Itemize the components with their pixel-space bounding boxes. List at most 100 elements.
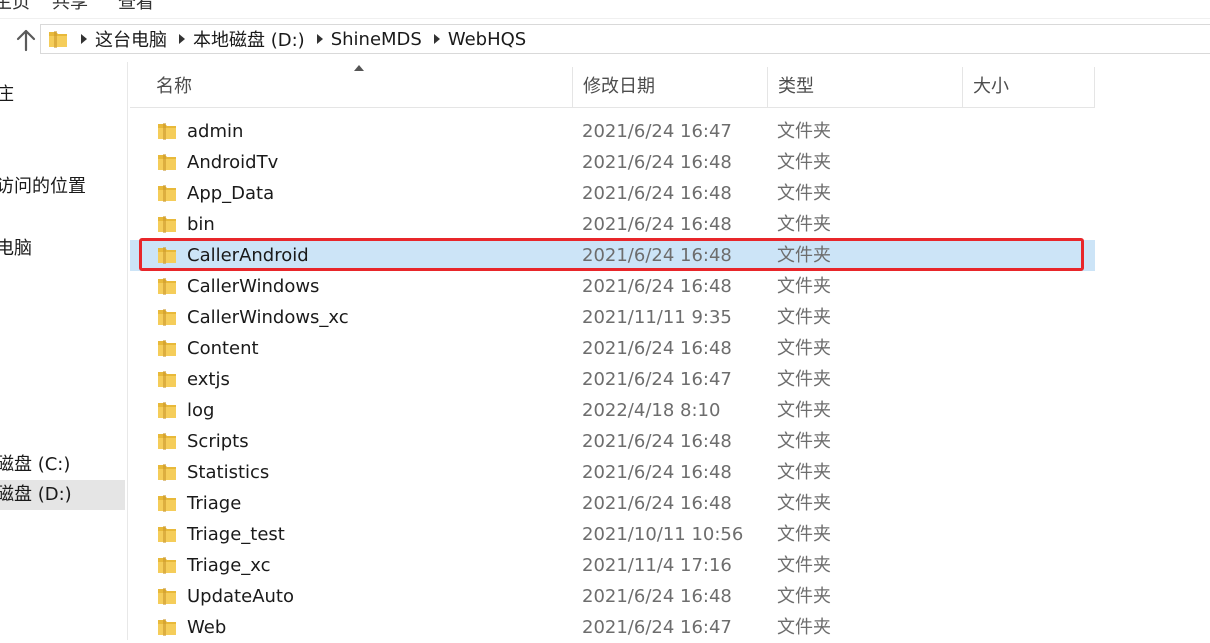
chevron-right-icon[interactable] — [79, 32, 89, 46]
file-modified-date: 2021/10/11 10:56 — [582, 524, 744, 545]
folder-icon — [158, 588, 176, 605]
file-name: Content — [187, 338, 259, 359]
file-row[interactable]: admin 2021/6/24 16:47 文件夹 — [130, 116, 1095, 147]
file-row[interactable]: log 2022/4/18 8:10 文件夹 — [130, 395, 1095, 426]
file-row[interactable]: CallerWindows_xc 2021/11/11 9:35 文件夹 — [130, 302, 1095, 333]
nav-item[interactable]: 磁盘 (D:) — [0, 480, 125, 510]
file-type: 文件夹 — [777, 555, 831, 576]
file-name: Triage_test — [187, 524, 285, 545]
tab-share[interactable]: 共享 — [52, 0, 88, 14]
file-type: 文件夹 — [777, 307, 831, 328]
folder-icon — [158, 619, 176, 636]
column-header-size[interactable]: 大小 — [963, 67, 1095, 107]
file-name: AndroidTv — [187, 152, 279, 173]
file-modified-date: 2021/6/24 16:48 — [582, 493, 732, 514]
file-type: 文件夹 — [777, 338, 831, 359]
column-header-date[interactable]: 修改日期 — [573, 67, 768, 107]
column-header: 名称 修改日期 类型 大小 — [130, 65, 1095, 108]
file-type: 文件夹 — [777, 121, 831, 142]
file-name: Statistics — [187, 462, 270, 483]
file-type: 文件夹 — [777, 245, 831, 266]
folder-icon — [158, 185, 176, 202]
navigation-pane: 庄访问的位置电脑磁盘 (C:)磁盘 (D:) — [0, 62, 128, 640]
file-row[interactable]: extjs 2021/6/24 16:47 文件夹 — [130, 364, 1095, 395]
file-type: 文件夹 — [777, 183, 831, 204]
tab-home[interactable]: 主页 — [0, 0, 30, 14]
nav-item[interactable]: 庄 — [0, 80, 14, 110]
file-name: CallerWindows_xc — [187, 307, 349, 328]
file-modified-date: 2021/6/24 16:48 — [582, 586, 732, 607]
breadcrumb-drive-d[interactable]: 本地磁盘 (D:) — [193, 26, 305, 52]
file-modified-date: 2021/6/24 16:48 — [582, 214, 732, 235]
file-modified-date: 2021/11/4 17:16 — [582, 555, 732, 576]
file-name: CallerWindows — [187, 276, 320, 297]
file-modified-date: 2021/6/24 16:48 — [582, 183, 732, 204]
chevron-right-icon[interactable] — [315, 32, 325, 46]
nav-item[interactable]: 磁盘 (C:) — [0, 450, 70, 480]
column-header-name[interactable]: 名称 — [146, 67, 573, 107]
folder-icon — [158, 433, 176, 450]
chevron-right-icon[interactable] — [177, 32, 187, 46]
file-modified-date: 2021/6/24 16:47 — [582, 617, 732, 638]
file-name: Triage_xc — [187, 555, 271, 576]
file-modified-date: 2021/6/24 16:48 — [582, 152, 732, 173]
chevron-right-icon[interactable] — [432, 32, 442, 46]
file-name: log — [187, 400, 215, 421]
nav-item[interactable]: 访问的位置 — [0, 172, 86, 202]
breadcrumb-webhqs[interactable]: WebHQS — [448, 29, 526, 50]
breadcrumb-this-pc[interactable]: 这台电脑 — [95, 26, 167, 52]
file-modified-date: 2021/6/24 16:48 — [582, 276, 732, 297]
folder-icon — [158, 402, 176, 419]
folder-icon — [158, 216, 176, 233]
file-row[interactable]: Statistics 2021/6/24 16:48 文件夹 — [130, 457, 1095, 488]
file-row[interactable]: Triage 2021/6/24 16:48 文件夹 — [130, 488, 1095, 519]
file-row[interactable]: Triage_test 2021/10/11 10:56 文件夹 — [130, 519, 1095, 550]
file-name: App_Data — [187, 183, 275, 204]
file-row[interactable]: CallerAndroid 2021/6/24 16:48 文件夹 — [130, 240, 1095, 271]
file-type: 文件夹 — [777, 493, 831, 514]
file-modified-date: 2021/11/11 9:35 — [582, 307, 732, 328]
file-name: CallerAndroid — [187, 245, 309, 266]
file-modified-date: 2022/4/18 8:10 — [582, 400, 721, 421]
file-type: 文件夹 — [777, 431, 831, 452]
file-row[interactable]: UpdateAuto 2021/6/24 16:48 文件夹 — [130, 581, 1095, 612]
folder-icon — [158, 526, 176, 543]
file-type: 文件夹 — [777, 617, 831, 638]
file-name: Triage — [187, 493, 242, 514]
file-modified-date: 2021/6/24 16:47 — [582, 121, 732, 142]
file-type: 文件夹 — [777, 462, 831, 483]
file-row[interactable]: AndroidTv 2021/6/24 16:48 文件夹 — [130, 147, 1095, 178]
address-row: 这台电脑 本地磁盘 (D:) ShineMDS WebHQS — [0, 22, 1210, 58]
folder-icon — [158, 464, 176, 481]
folder-icon — [158, 154, 176, 171]
file-row[interactable]: Scripts 2021/6/24 16:48 文件夹 — [130, 426, 1095, 457]
address-bar[interactable]: 这台电脑 本地磁盘 (D:) ShineMDS WebHQS — [40, 24, 1210, 54]
folder-icon — [158, 278, 176, 295]
breadcrumb-shinemds[interactable]: ShineMDS — [331, 29, 422, 50]
folder-icon — [158, 340, 176, 357]
file-modified-date: 2021/6/24 16:48 — [582, 431, 732, 452]
file-row[interactable]: Web 2021/6/24 16:47 文件夹 — [130, 612, 1095, 643]
file-row[interactable]: App_Data 2021/6/24 16:48 文件夹 — [130, 178, 1095, 209]
file-type: 文件夹 — [777, 400, 831, 421]
nav-item[interactable]: 电脑 — [0, 234, 32, 264]
file-row[interactable]: Triage_xc 2021/11/4 17:16 文件夹 — [130, 550, 1095, 581]
file-name: admin — [187, 121, 244, 142]
file-row[interactable]: CallerWindows 2021/6/24 16:48 文件夹 — [130, 271, 1095, 302]
file-type: 文件夹 — [777, 152, 831, 173]
up-arrow-icon[interactable] — [12, 26, 40, 54]
folder-icon — [158, 557, 176, 574]
file-row[interactable]: bin 2021/6/24 16:48 文件夹 — [130, 209, 1095, 240]
tab-view[interactable]: 查看 — [118, 0, 154, 14]
column-header-type[interactable]: 类型 — [768, 67, 963, 107]
file-type: 文件夹 — [777, 276, 831, 297]
file-name: extjs — [187, 369, 230, 390]
file-row[interactable]: Content 2021/6/24 16:48 文件夹 — [130, 333, 1095, 364]
file-modified-date: 2021/6/24 16:47 — [582, 369, 732, 390]
file-name: Scripts — [187, 431, 249, 452]
folder-icon — [49, 31, 67, 48]
file-name: UpdateAuto — [187, 586, 294, 607]
file-name: Web — [187, 617, 227, 638]
folder-icon — [158, 309, 176, 326]
file-modified-date: 2021/6/24 16:48 — [582, 245, 732, 266]
